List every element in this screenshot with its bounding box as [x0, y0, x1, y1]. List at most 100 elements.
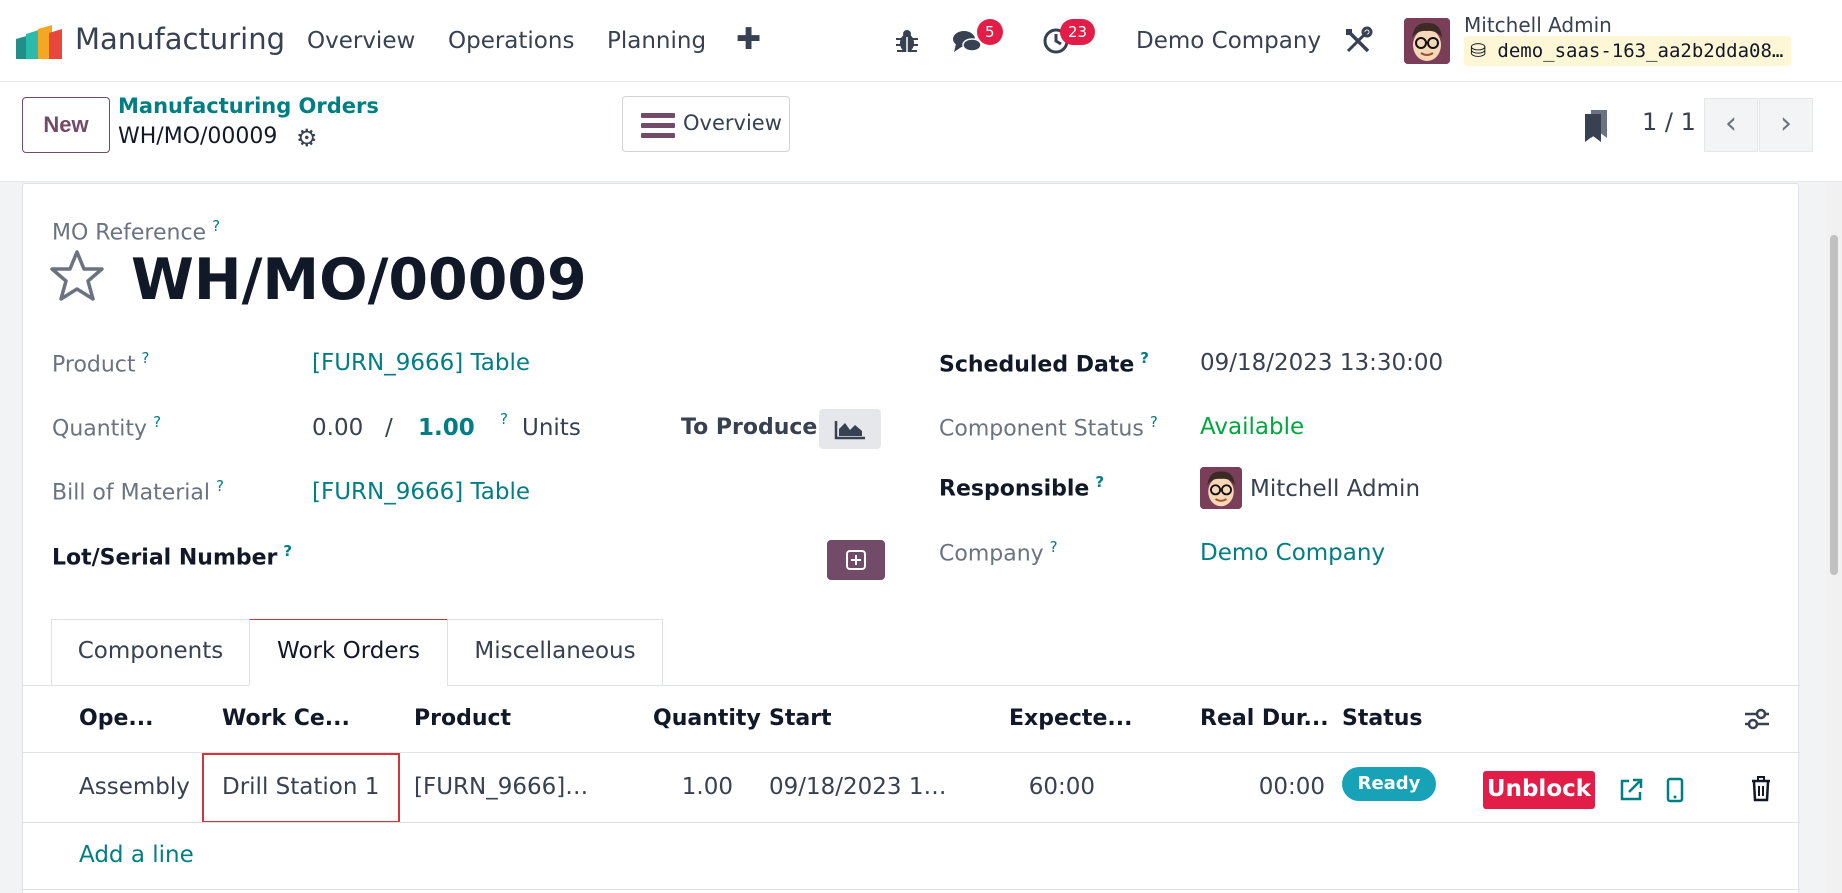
- col-status[interactable]: Status: [1342, 706, 1422, 731]
- component-status-value: Available: [1200, 414, 1305, 440]
- cell-start[interactable]: 09/18/2023 1…: [769, 774, 947, 800]
- lot-serial-label-text: Lot/Serial Number: [52, 545, 278, 571]
- cell-work-center[interactable]: Drill Station 1: [222, 774, 379, 800]
- user-face-icon: [1404, 18, 1450, 64]
- company-switcher[interactable]: Demo Company: [1136, 28, 1321, 54]
- col-product[interactable]: Product: [414, 706, 511, 731]
- bookmarks-icon[interactable]: [1583, 108, 1611, 144]
- app-name[interactable]: Manufacturing: [75, 22, 285, 56]
- database-label: demo_saas-163_aa2b2dda08…: [1497, 40, 1784, 62]
- menu-planning[interactable]: Planning: [607, 28, 706, 54]
- status-badge: Ready: [1342, 767, 1436, 801]
- quantity-label: Quantity?: [52, 413, 161, 441]
- col-operation[interactable]: Ope...: [79, 706, 153, 731]
- responsible-avatar[interactable]: [1200, 467, 1242, 509]
- breadcrumb-current-record: WH/MO/00009: [118, 124, 278, 149]
- favorite-star-icon[interactable]: [49, 249, 105, 303]
- add-a-line-link[interactable]: Add a line: [79, 842, 194, 868]
- record-actions-gear-icon[interactable]: ⚙: [296, 124, 318, 152]
- col-expected-duration[interactable]: Expecte...: [1009, 706, 1132, 731]
- tab-components[interactable]: Components: [51, 619, 250, 686]
- menu-overview[interactable]: Overview: [307, 28, 415, 54]
- open-external-icon[interactable]: [1617, 776, 1645, 804]
- cell-quantity[interactable]: 1.00: [603, 774, 733, 800]
- debug-bug-icon[interactable]: [892, 26, 922, 56]
- help-tooltip-icon[interactable]: ?: [1140, 349, 1149, 367]
- tab-work-orders[interactable]: Work Orders: [249, 619, 448, 686]
- quantity-separator: /: [385, 415, 393, 441]
- page-scrollbar-thumb[interactable]: [1830, 235, 1838, 575]
- cell-expected-duration[interactable]: 60:00: [983, 774, 1095, 800]
- delete-trash-icon[interactable]: [1749, 775, 1773, 803]
- scheduled-date-label: Scheduled Date?: [939, 349, 1149, 377]
- quantity-produced-field[interactable]: 0.00: [312, 415, 363, 441]
- help-tooltip-icon[interactable]: ?: [216, 477, 224, 495]
- company-label: Company?: [939, 538, 1058, 566]
- responsible-label: Responsible?: [939, 473, 1104, 501]
- col-quantity[interactable]: Quantity: [653, 706, 761, 731]
- menu-operations[interactable]: Operations: [448, 28, 574, 54]
- bom-field[interactable]: [FURN_9666] Table: [312, 479, 530, 505]
- quantity-total-field[interactable]: 1.00: [418, 415, 475, 441]
- messages-count-badge: 5: [977, 19, 1003, 45]
- product-field[interactable]: [FURN_9666] Table: [312, 350, 530, 376]
- pager-value[interactable]: 1 / 1: [1642, 108, 1696, 136]
- col-work-center[interactable]: Work Ce...: [222, 706, 350, 731]
- product-label: Product?: [52, 349, 150, 377]
- lot-serial-label: Lot/Serial Number?: [52, 542, 292, 570]
- help-tooltip-icon[interactable]: ?: [142, 349, 150, 367]
- user-avatar[interactable]: [1404, 18, 1450, 64]
- col-start[interactable]: Start: [769, 706, 832, 731]
- user-name[interactable]: Mitchell Admin: [1464, 13, 1612, 37]
- component-status-label-text: Component Status: [939, 416, 1144, 442]
- area-chart-icon: [834, 421, 865, 440]
- scheduled-date-field[interactable]: 09/18/2023 13:30:00: [1200, 350, 1443, 376]
- mo-reference-label-text: MO Reference: [52, 220, 207, 246]
- hamburger-icon: [641, 113, 675, 138]
- col-real-duration[interactable]: Real Dur...: [1200, 706, 1329, 731]
- to-produce-label: To Produce: [681, 415, 818, 440]
- generate-serial-button[interactable]: [827, 540, 885, 580]
- help-tooltip-icon[interactable]: ?: [500, 410, 508, 428]
- pager-next-icon[interactable]: ›: [1759, 98, 1813, 152]
- manufacturing-app-icon[interactable]: [16, 25, 62, 59]
- database-name[interactable]: ⛁ demo_saas-163_aa2b2dda08…: [1464, 36, 1792, 66]
- company-field[interactable]: Demo Company: [1200, 540, 1385, 566]
- user-face-icon: [1200, 467, 1242, 509]
- optional-columns-sliders-icon[interactable]: [1743, 705, 1771, 733]
- overview-label: Overview: [683, 111, 782, 135]
- unblock-button[interactable]: Unblock: [1483, 771, 1595, 809]
- help-tooltip-icon[interactable]: ?: [212, 217, 220, 235]
- control-panel: New Manufacturing Orders WH/MO/00009 ⚙ O…: [0, 82, 1842, 182]
- responsible-label-text: Responsible: [939, 476, 1090, 502]
- bom-label: Bill of Material?: [52, 477, 224, 505]
- help-tooltip-icon[interactable]: ?: [1095, 473, 1104, 491]
- mo-title[interactable]: WH/MO/00009: [131, 247, 587, 313]
- tablet-icon[interactable]: [1663, 776, 1687, 804]
- cell-product[interactable]: [FURN_9666]…: [414, 774, 588, 800]
- add-menu-plus-icon[interactable]: ✚: [736, 22, 761, 57]
- mo-reference-label: MO Reference?: [52, 217, 220, 245]
- forecast-chart-button[interactable]: [819, 409, 881, 449]
- settings-tools-icon[interactable]: [1343, 26, 1373, 56]
- pager-previous-icon[interactable]: ‹: [1704, 98, 1758, 152]
- company-label-text: Company: [939, 541, 1044, 567]
- help-tooltip-icon[interactable]: ?: [1050, 538, 1058, 556]
- new-button[interactable]: New: [22, 97, 110, 153]
- cell-real-duration[interactable]: 00:00: [1183, 774, 1325, 800]
- plus-square-icon: [846, 550, 866, 570]
- quantity-label-text: Quantity: [52, 416, 148, 442]
- responsible-field[interactable]: Mitchell Admin: [1250, 476, 1420, 502]
- bom-label-text: Bill of Material: [52, 480, 210, 506]
- overview-button[interactable]: Overview: [622, 96, 790, 152]
- help-tooltip-icon[interactable]: ?: [1150, 413, 1158, 431]
- cell-operation[interactable]: Assembly: [79, 774, 190, 800]
- help-tooltip-icon[interactable]: ?: [283, 542, 292, 560]
- breadcrumb-manufacturing-orders[interactable]: Manufacturing Orders: [118, 94, 379, 118]
- component-status-label: Component Status?: [939, 413, 1158, 441]
- table-bottom-divider: [23, 889, 1800, 890]
- product-label-text: Product: [52, 352, 136, 378]
- scheduled-date-label-text: Scheduled Date: [939, 352, 1135, 378]
- help-tooltip-icon[interactable]: ?: [153, 413, 161, 431]
- tab-miscellaneous[interactable]: Miscellaneous: [447, 619, 663, 686]
